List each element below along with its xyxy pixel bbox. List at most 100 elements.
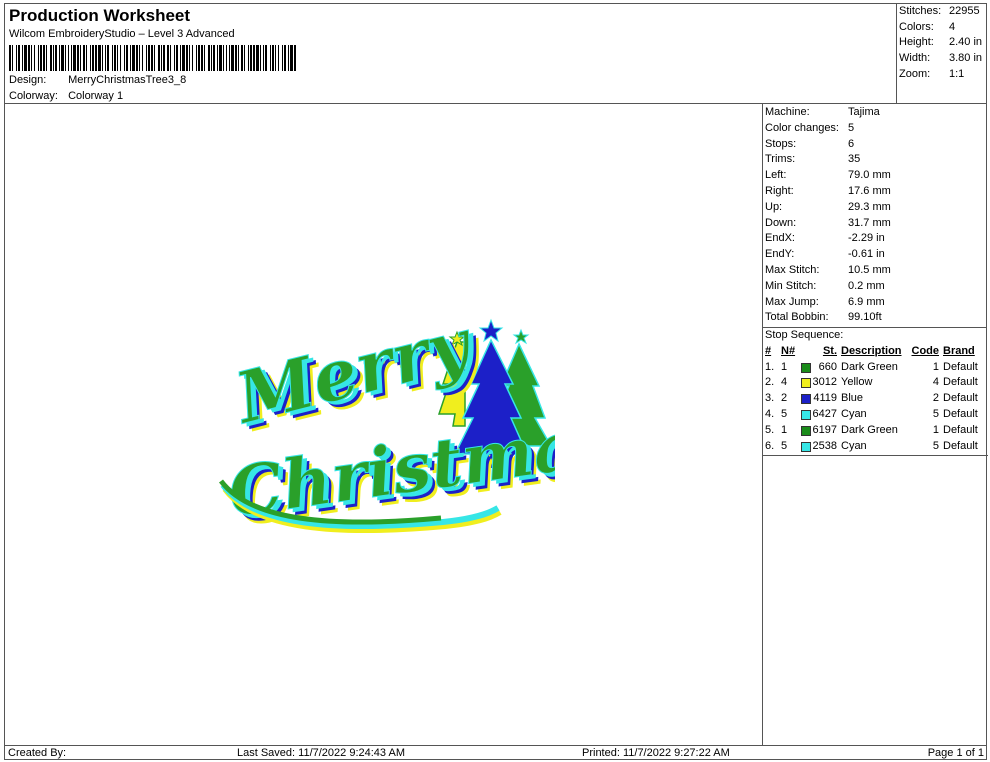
spec-label: Max Stitch: bbox=[765, 263, 820, 276]
color-description: Yellow bbox=[841, 376, 873, 389]
col-needle: N# bbox=[781, 344, 796, 357]
color-swatch bbox=[801, 409, 811, 420]
spec-label: EndY: bbox=[765, 248, 795, 261]
color-swatch bbox=[801, 441, 811, 452]
needle-number: 5 bbox=[781, 407, 788, 420]
spec-value: 35 bbox=[848, 153, 861, 166]
summary-value: 2.40 in bbox=[949, 36, 983, 49]
spec-label: Stops: bbox=[765, 137, 797, 150]
color-swatch bbox=[801, 362, 811, 373]
stitch-info-panel: Machine: Tajima Color changes: 5 Stops: 6 Trim… bbox=[762, 104, 988, 745]
summary-row: Width: 3.80 in bbox=[899, 52, 985, 68]
col-brand: Brand bbox=[943, 344, 975, 357]
col-stitches: St. bbox=[822, 344, 837, 357]
embroidery-design-preview: Merry Merry Merry Merry Christmas Christ… bbox=[219, 314, 555, 539]
spec-label: Right: bbox=[765, 184, 794, 197]
spec-row: Trims: 35 bbox=[765, 153, 983, 169]
color-description: Blue bbox=[841, 392, 864, 405]
color-swatch bbox=[801, 425, 811, 436]
spec-value: 17.6 mm bbox=[848, 184, 891, 197]
production-worksheet: Production Worksheet Wilcom EmbroiderySt… bbox=[4, 3, 988, 760]
spec-label: Color changes: bbox=[765, 121, 839, 134]
summary-row: Colors: 4 bbox=[899, 21, 985, 37]
worksheet-footer: Created By: Last Saved: 11/7/2022 9:24:4… bbox=[5, 745, 987, 760]
stitch-count-cell: 6427 bbox=[799, 406, 841, 422]
spec-row: Right: 17.6 mm bbox=[765, 185, 983, 201]
stitch-count: 2538 bbox=[812, 439, 837, 452]
spec-value: 99.10ft bbox=[848, 311, 882, 324]
color-description: Cyan bbox=[841, 407, 867, 420]
summary-label: Colors: bbox=[899, 20, 934, 33]
summary-label: Zoom: bbox=[899, 67, 931, 80]
spec-row: Machine: Tajima bbox=[765, 106, 983, 122]
colorway-label: Colorway: bbox=[9, 90, 58, 102]
stop-sequence-table: # N# St. Description Code Brand 1. 1 660 Da… bbox=[765, 343, 986, 453]
worksheet-header: Production Worksheet Wilcom EmbroiderySt… bbox=[5, 4, 896, 104]
table-row: 2. 4 3012 Yellow 4 Default bbox=[765, 374, 986, 390]
summary-value: 4 bbox=[949, 20, 956, 33]
stop-sequence-header: # N# St. Description Code Brand bbox=[765, 343, 986, 359]
color-swatch bbox=[801, 394, 811, 405]
table-row: 3. 2 4119 Blue 2 Default bbox=[765, 390, 986, 406]
row-number: 2. bbox=[765, 376, 775, 389]
last-saved: Last Saved: 11/7/2022 9:24:43 AM bbox=[237, 747, 405, 759]
page-number: Page 1 of 1 bbox=[927, 747, 984, 759]
table-row: 4. 5 6427 Cyan 5 Default bbox=[765, 406, 986, 422]
barcode-bar bbox=[296, 45, 297, 71]
row-number: 5. bbox=[765, 423, 775, 436]
row-number: 3. bbox=[765, 392, 775, 405]
software-name: Wilcom EmbroideryStudio – Level 3 Advanc… bbox=[9, 28, 235, 40]
spec-row: EndY: -0.61 in bbox=[765, 248, 983, 264]
needle-number: 1 bbox=[781, 423, 788, 436]
row-number: 6. bbox=[765, 439, 775, 452]
barcode bbox=[9, 45, 297, 71]
stitch-count-cell: 2538 bbox=[799, 438, 841, 454]
summary-row: Height: 2.40 in bbox=[899, 36, 985, 52]
spec-label: Machine: bbox=[765, 106, 810, 118]
spec-row: Total Bobbin: 99.10ft bbox=[765, 311, 983, 327]
needle-number: 1 bbox=[781, 360, 788, 373]
spec-value: -2.29 in bbox=[848, 232, 885, 245]
thread-brand: Default bbox=[943, 423, 978, 436]
color-code: 2 bbox=[932, 392, 939, 405]
summary-label: Width: bbox=[899, 52, 931, 65]
stop-sequence-title: Stop Sequence: bbox=[763, 327, 987, 343]
color-code: 1 bbox=[932, 423, 939, 436]
summary-row: Stitches: 22955 bbox=[899, 5, 985, 21]
spec-value: 29.3 mm bbox=[848, 200, 891, 213]
spec-row: EndX: -2.29 in bbox=[765, 232, 983, 248]
colorway-value: Colorway 1 bbox=[68, 90, 124, 102]
spec-value: 5 bbox=[848, 121, 855, 134]
spec-value: Tajima bbox=[848, 106, 880, 118]
spec-label: Up: bbox=[765, 200, 783, 213]
design-label: Design: bbox=[9, 74, 47, 86]
col-num: # bbox=[765, 344, 772, 357]
color-description: Dark Green bbox=[841, 423, 898, 436]
spec-row: Up: 29.3 mm bbox=[765, 201, 983, 217]
spec-row: Left: 79.0 mm bbox=[765, 169, 983, 185]
spec-row: Min Stitch: 0.2 mm bbox=[765, 280, 983, 296]
spec-label: Left: bbox=[765, 169, 787, 182]
thread-brand: Default bbox=[943, 392, 978, 405]
thread-brand: Default bbox=[943, 407, 978, 420]
row-number: 1. bbox=[765, 360, 775, 373]
spec-row: Max Jump: 6.9 mm bbox=[765, 296, 983, 312]
stitch-count: 660 bbox=[818, 360, 837, 373]
stitch-count-cell: 4119 bbox=[799, 390, 841, 406]
table-row: 5. 1 6197 Dark Green 1 Default bbox=[765, 422, 986, 438]
stitch-count-cell: 3012 bbox=[799, 374, 841, 390]
design-summary: Stitches: 22955 Colors: 4 Height: 2.40 in W… bbox=[896, 4, 987, 104]
needle-number: 2 bbox=[781, 392, 788, 405]
spec-row: Down: 31.7 mm bbox=[765, 217, 983, 233]
created-by: Created By: bbox=[8, 747, 67, 759]
spec-value: 6.9 mm bbox=[848, 295, 885, 308]
printed-date: Printed: 11/7/2022 9:27:22 AM bbox=[582, 747, 730, 759]
spec-row: Color changes: 5 bbox=[765, 122, 983, 138]
needle-number: 5 bbox=[781, 439, 788, 452]
spec-label: Max Jump: bbox=[765, 295, 819, 308]
summary-row: Zoom: 1:1 bbox=[899, 68, 985, 84]
spec-label: Down: bbox=[765, 216, 797, 229]
summary-label: Height: bbox=[899, 36, 934, 49]
summary-value: 1:1 bbox=[949, 67, 965, 80]
spec-label: EndX: bbox=[765, 232, 795, 245]
